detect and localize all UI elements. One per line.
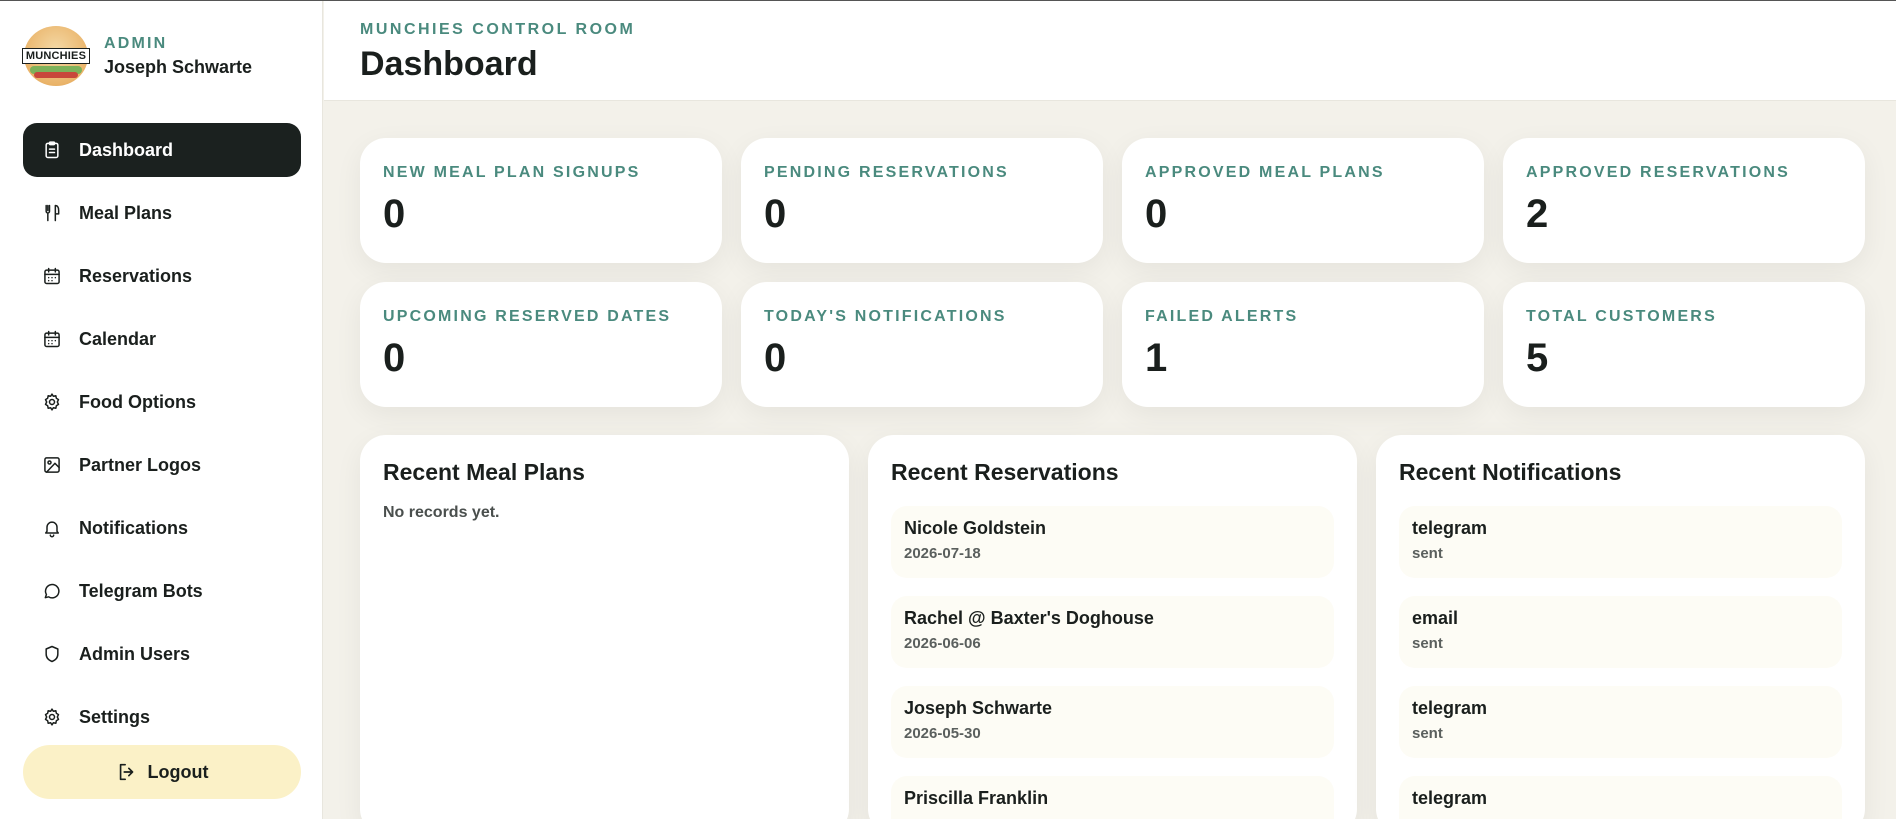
calendar-icon xyxy=(42,329,62,349)
stat-card-total-customers: TOTAL CUSTOMERS 5 xyxy=(1503,282,1865,407)
stat-card-approved-reservations: APPROVED RESERVATIONS 2 xyxy=(1503,138,1865,263)
sidebar-nav: Dashboard Meal Plans Reservations Calend… xyxy=(23,123,301,753)
sidebar-item-label: Calendar xyxy=(79,328,157,349)
logout-button[interactable]: Logout xyxy=(23,745,301,799)
stat-value: 0 xyxy=(764,192,787,236)
list-item[interactable]: telegram sent xyxy=(1399,506,1842,578)
stat-card-pending-reservations: PENDING RESERVATIONS 0 xyxy=(741,138,1103,263)
sidebar-item-admin-users[interactable]: Admin Users xyxy=(23,627,301,681)
list-item-title: Joseph Schwarte xyxy=(904,698,1053,718)
list-item-channel: telegram xyxy=(1412,518,1488,538)
stat-label: APPROVED RESERVATIONS xyxy=(1526,164,1791,181)
list-item-date: 2026-05-30 xyxy=(904,725,981,742)
image-icon xyxy=(42,455,62,475)
list-item-date: 2026-06-06 xyxy=(904,635,981,652)
sidebar-item-calendar[interactable]: Calendar xyxy=(23,312,301,366)
sidebar-item-dashboard[interactable]: Dashboard xyxy=(23,123,301,177)
page-eyebrow: MUNCHIES CONTROL ROOM xyxy=(360,21,636,38)
clipboard-icon xyxy=(42,140,62,160)
list-item-status: sent xyxy=(1412,725,1443,742)
bell-icon xyxy=(42,518,62,538)
stat-label: TOTAL CUSTOMERS xyxy=(1526,308,1717,325)
sidebar-item-label: Notifications xyxy=(79,517,189,538)
sidebar-item-label: Settings xyxy=(79,706,151,727)
stat-value: 5 xyxy=(1526,336,1549,380)
sidebar-item-meal-plans[interactable]: Meal Plans xyxy=(23,186,301,240)
list-item[interactable]: Nicole Goldstein 2026-07-18 xyxy=(891,506,1334,578)
list-item-channel: telegram xyxy=(1412,788,1488,808)
sidebar-item-food-options[interactable]: Food Options xyxy=(23,375,301,429)
page-title: Dashboard xyxy=(360,45,538,83)
sidebar-item-label: Meal Plans xyxy=(79,202,173,223)
sidebar-item-telegram-bots[interactable]: Telegram Bots xyxy=(23,564,301,618)
list-item-channel: email xyxy=(1412,608,1459,628)
page-header: MUNCHIES CONTROL ROOM Dashboard xyxy=(324,1,1896,101)
stat-label: NEW MEAL PLAN SIGNUPS xyxy=(383,164,641,181)
stat-value: 0 xyxy=(1145,192,1168,236)
sidebar-item-settings[interactable]: Settings xyxy=(23,690,301,744)
logout-icon xyxy=(116,761,138,783)
sidebar-item-notifications[interactable]: Notifications xyxy=(23,501,301,555)
list-item-status: sent xyxy=(1412,635,1443,652)
chat-bubble-icon xyxy=(42,581,62,601)
stat-card-failed-alerts: FAILED ALERTS 1 xyxy=(1122,282,1484,407)
stat-value: 0 xyxy=(383,192,406,236)
sidebar-item-label: Food Options xyxy=(79,391,196,412)
sidebar-item-reservations[interactable]: Reservations xyxy=(23,249,301,303)
sidebar-item-label: Telegram Bots xyxy=(79,580,203,601)
recent-reservations-panel: Recent Reservations Nicole Goldstein 202… xyxy=(868,435,1357,819)
munchies-logo: MUNCHIES xyxy=(21,26,91,86)
recent-notifications-panel: Recent Notifications telegram sent email… xyxy=(1376,435,1865,819)
fork-knife-icon xyxy=(42,203,62,223)
stats-grid: NEW MEAL PLAN SIGNUPS 0 PENDING RESERVAT… xyxy=(360,138,1865,407)
stat-label: TODAY'S NOTIFICATIONS xyxy=(764,308,1007,325)
panel-title: Recent Reservations xyxy=(891,459,1119,485)
stat-value: 0 xyxy=(383,336,406,380)
list-item-channel: telegram xyxy=(1412,698,1488,718)
stat-card-upcoming-reserved-dates: UPCOMING RESERVED DATES 0 xyxy=(360,282,722,407)
stat-label: PENDING RESERVATIONS xyxy=(764,164,1009,181)
sidebar-item-label: Admin Users xyxy=(79,643,191,664)
gear-icon xyxy=(42,392,62,412)
stat-label: UPCOMING RESERVED DATES xyxy=(383,308,672,325)
stat-value: 1 xyxy=(1145,336,1168,380)
shield-icon xyxy=(42,644,62,664)
stat-value: 0 xyxy=(764,336,787,380)
list-item-title: Rachel @ Baxter's Doghouse xyxy=(904,608,1154,628)
user-info: ADMIN Joseph Schwarte xyxy=(104,35,252,78)
list-item[interactable]: telegram xyxy=(1399,776,1842,819)
recent-panels: Recent Meal Plans No records yet. Recent… xyxy=(360,435,1865,819)
list-item-status: sent xyxy=(1412,545,1443,562)
empty-state: No records yet. xyxy=(383,504,500,521)
stat-card-todays-notifications: TODAY'S NOTIFICATIONS 0 xyxy=(741,282,1103,407)
user-role: ADMIN xyxy=(104,34,168,52)
stat-card-new-meal-plan-signups: NEW MEAL PLAN SIGNUPS 0 xyxy=(360,138,722,263)
panel-title: Recent Notifications xyxy=(1399,459,1622,485)
user-name: Joseph Schwarte xyxy=(104,56,253,77)
sidebar-item-partner-logos[interactable]: Partner Logos xyxy=(23,438,301,492)
list-item[interactable]: email sent xyxy=(1399,596,1842,668)
list-item-date: 2026-07-18 xyxy=(904,545,981,562)
panel-title: Recent Meal Plans xyxy=(383,459,585,485)
list-item[interactable]: Priscilla Franklin xyxy=(891,776,1334,819)
sidebar-item-label: Reservations xyxy=(79,265,193,286)
sidebar-item-label: Partner Logos xyxy=(79,454,202,475)
stat-card-approved-meal-plans: APPROVED MEAL PLANS 0 xyxy=(1122,138,1484,263)
stat-label: APPROVED MEAL PLANS xyxy=(1145,164,1385,181)
stat-value: 2 xyxy=(1526,192,1549,236)
list-item[interactable]: Joseph Schwarte 2026-05-30 xyxy=(891,686,1334,758)
logout-label: Logout xyxy=(147,761,209,782)
recent-meal-plans-panel: Recent Meal Plans No records yet. xyxy=(360,435,849,819)
gear-icon xyxy=(42,707,62,727)
list-item[interactable]: telegram sent xyxy=(1399,686,1842,758)
list-item-title: Nicole Goldstein xyxy=(904,518,1047,538)
calendar-icon xyxy=(42,266,62,286)
list-item-title: Priscilla Franklin xyxy=(904,788,1049,808)
list-item[interactable]: Rachel @ Baxter's Doghouse 2026-06-06 xyxy=(891,596,1334,668)
sidebar-item-label: Dashboard xyxy=(79,139,174,160)
sidebar: MUNCHIES ADMIN Joseph Schwarte Dashboard… xyxy=(0,1,323,819)
logo-text: MUNCHIES xyxy=(21,48,91,64)
brand: MUNCHIES ADMIN Joseph Schwarte xyxy=(21,26,252,86)
stat-label: FAILED ALERTS xyxy=(1145,308,1299,325)
